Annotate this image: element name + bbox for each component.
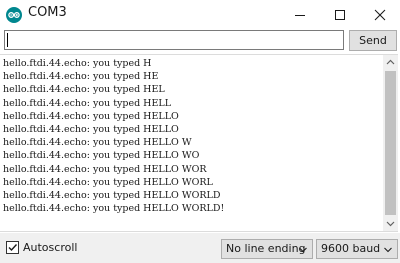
output-line: hello.ftdi.44.echo: you typed HE (3, 71, 159, 83)
output-line: hello.ftdi.44.echo: you typed HELL (3, 97, 172, 109)
baud-rate-select[interactable]: 9600 baud (316, 239, 398, 259)
status-bar: Autoscroll No line ending 9600 baud (0, 233, 400, 263)
chevron-down-icon (299, 247, 307, 253)
output-line: hello.ftdi.44.echo: you typed HEL (3, 84, 165, 96)
serial-output[interactable]: hello.ftdi.44.echo: you typed H hello.ft… (0, 54, 398, 232)
text-caret (7, 33, 8, 47)
output-line: hello.ftdi.44.echo: you typed HELLO (3, 123, 179, 135)
close-icon (374, 9, 386, 21)
chevron-up-icon (386, 59, 395, 65)
vertical-scrollbar[interactable] (383, 55, 398, 231)
scroll-down-button[interactable] (383, 216, 398, 231)
output-line: hello.ftdi.44.echo: you typed HELLO WORL (3, 176, 213, 188)
arduino-icon (6, 7, 22, 23)
serial-input[interactable] (4, 30, 344, 50)
maximize-button[interactable] (320, 0, 360, 28)
line-ending-value: No line ending (226, 242, 306, 255)
output-line: hello.ftdi.44.echo: you typed HELLO WO (3, 150, 200, 162)
output-line: hello.ftdi.44.echo: you typed H (3, 58, 152, 69)
output-lines: hello.ftdi.44.echo: you typed H hello.ft… (3, 57, 224, 215)
scroll-up-button[interactable] (383, 55, 398, 70)
output-line: hello.ftdi.44.echo: you typed HELLO W (3, 137, 192, 149)
chevron-down-icon (386, 221, 395, 227)
maximize-icon (335, 10, 345, 20)
scrollbar-thumb[interactable] (385, 71, 396, 215)
chevron-down-icon (384, 247, 392, 253)
minimize-icon (295, 15, 305, 16)
checkmark-icon (8, 244, 18, 252)
close-button[interactable] (360, 0, 400, 28)
minimize-button[interactable] (280, 0, 320, 28)
autoscroll-label: Autoscroll (23, 241, 78, 254)
output-line: hello.ftdi.44.echo: you typed HELLO WOR (3, 163, 207, 175)
send-button[interactable]: Send (349, 30, 397, 51)
baud-rate-value: 9600 baud (321, 242, 381, 255)
title-bar: COM3 (0, 0, 400, 28)
serial-monitor-window: COM3 Send hello.ftdi.44.echo: you typed … (0, 0, 400, 263)
output-line: hello.ftdi.44.echo: you typed HELLO (3, 110, 179, 122)
output-line: hello.ftdi.44.echo: you typed HELLO WORL… (3, 189, 221, 201)
line-ending-select[interactable]: No line ending (221, 239, 313, 259)
window-title: COM3 (28, 5, 67, 20)
output-line: hello.ftdi.44.echo: you typed HELLO WORL… (3, 203, 225, 215)
autoscroll-checkbox[interactable] (6, 241, 19, 254)
